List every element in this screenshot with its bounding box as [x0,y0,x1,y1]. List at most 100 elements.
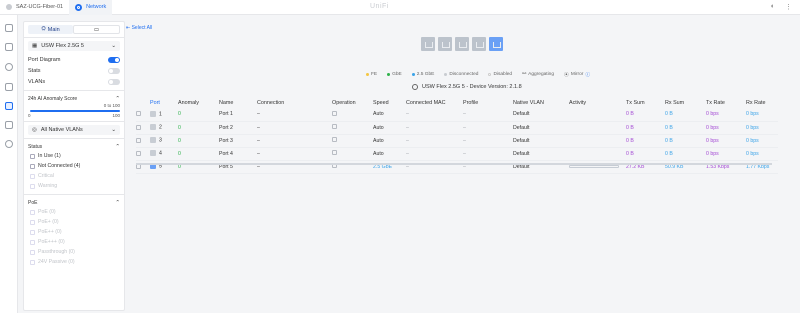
filter-panel: ⛭ Main ▭ ▦ USW Flex 2.5G 5 ⌄ Port Diagra… [23,21,125,311]
col-speed[interactable]: Speed [373,97,406,108]
table-row[interactable]: 2 0 Port 2 – Auto – – Default 0 B 0 B 0 … [136,121,778,134]
port-legend: FE GbE 2.5 GbE Disconnected Disabled ⚯ Ag… [366,71,590,78]
main-tab-label: Main [47,26,60,33]
more-icon[interactable]: ⋮ [785,3,792,11]
device-version: USW Flex 2.5G 5 - Device Version: 2.1.8 [412,84,522,90]
speed-value: Auto [373,124,384,131]
native-vlan-value: Default [513,137,530,144]
col-activity[interactable]: Activity [569,97,626,108]
table-row[interactable]: 3 0 Port 3 – Auto – – Default 0 B 0 B 0 … [136,134,778,147]
rx-rate-value: 0 bps [746,137,759,144]
security-icon[interactable] [5,140,13,148]
poe-item: PoE+++ (0) [30,237,120,247]
mac-value: – [406,150,409,157]
anomaly-value: 0 [178,163,181,170]
row-checkbox[interactable] [136,111,141,117]
col-port[interactable]: Port [150,97,178,108]
wifi-icon[interactable] [5,63,13,71]
mac-value: – [406,111,409,118]
profile-value: – [463,124,466,131]
port-graphic-3[interactable] [455,37,469,51]
status-label: Status [28,143,43,150]
port-name: Port 2 [219,124,233,131]
col-rx-rate[interactable]: Rx Rate [746,97,778,108]
insights-icon[interactable] [5,121,13,129]
port-graphic-5[interactable] [489,37,503,51]
status-in-use[interactable]: In Use (1) [30,151,120,161]
activity-cell [569,147,626,160]
row-checkbox[interactable] [136,137,141,143]
rx-rate-value: 0 bps [746,111,759,118]
native-vlan-value: Default [513,150,530,157]
header-checkbox-cell [136,97,150,108]
anomaly-min: 0 [28,113,31,118]
network-tab[interactable]: Network [69,0,113,15]
native-vlan-value: Default [513,163,530,170]
mac-value: – [406,137,409,144]
col-tx-sum[interactable]: Tx Sum [626,97,665,108]
col-connected-mac[interactable]: Connected MAC [406,97,463,108]
col-anomaly[interactable]: Anomaly [178,97,219,108]
theme-toggle-icon[interactable]: ◐ [771,3,775,11]
table-row[interactable]: 4 0 Port 4 – Auto – – Default 0 B 0 B 0 … [136,147,778,160]
table-header: Port Anomaly Name Connection Operation S… [136,97,778,108]
tx-rate-value: 0 bps [706,150,719,157]
anomaly-value: 0 [178,124,181,131]
table-row[interactable]: 1 0 Port 1 – Auto – – Default 0 B 0 B 0 … [136,108,778,121]
col-native-vlan[interactable]: Native VLAN [513,97,569,108]
status-not-connected[interactable]: Not Connected (4) [30,161,120,171]
port-diagram [421,37,503,51]
anomaly-label: 24h AI Anomaly Score [28,95,78,102]
vlans-toggle[interactable] [108,78,120,85]
col-name[interactable]: Name [219,97,257,108]
network-icon [75,3,83,11]
view-switch: ⛭ Main ▭ [28,25,120,34]
port-graphic-4[interactable] [472,37,486,51]
collapse-icon[interactable]: ⌃ [115,200,120,206]
device-select[interactable]: ▦ USW Flex 2.5G 5 ⌄ [28,41,120,51]
tx-sum-value: 0 B [626,150,634,157]
tx-rate-value: 0 bps [706,137,719,144]
stats-toggle[interactable] [108,67,120,74]
collapse-icon[interactable]: ⌃ [115,96,120,102]
col-tx-rate[interactable]: Tx Rate [706,97,746,108]
poe-header: PoE ⌃ [28,198,120,207]
port-graphic-2[interactable] [438,37,452,51]
col-rx-sum[interactable]: Rx Sum [665,97,706,108]
port-diagram-toggle[interactable] [108,56,120,63]
anomaly-max: 100 [112,113,120,118]
device-tab[interactable]: SAZ-UCG-Fiber-01 [0,0,69,15]
row-checkbox[interactable] [136,150,141,156]
col-connection[interactable]: Connection [257,97,332,108]
poe-item: 24V Passive (0) [30,257,120,267]
rx-sum-value: 0 B [665,150,673,157]
select-all-link[interactable]: ⇤ Select All [126,25,152,31]
profile-value: – [463,163,466,170]
nav-rail [0,15,18,313]
connection-value: – [257,150,260,157]
network-tab-label: Network [86,4,107,10]
ports-icon[interactable] [5,102,13,110]
native-vlan-value: Default [513,124,530,131]
operation-icon [332,110,337,116]
main-view-tab[interactable]: ⛭ Main [28,25,73,34]
native-vlan-select[interactable]: ◎ All Native VLANs ⌄ [28,125,120,135]
device-view-tab[interactable]: ▭ [73,25,120,34]
profile-value: – [463,150,466,157]
table-row[interactable]: 5 0 Port 5 – 2.5 GbE – – Default 27.2 KB… [136,160,778,173]
clients-icon[interactable] [5,83,13,91]
connection-value: – [257,124,260,131]
collapse-icon[interactable]: ⌃ [115,144,120,150]
anomaly-slider[interactable] [30,110,120,112]
operation-icon [332,124,337,129]
col-profile[interactable]: Profile [463,97,513,108]
anomaly-value: 0 [178,111,181,118]
topology-icon[interactable] [5,43,13,51]
status-critical: Critical [30,171,120,181]
col-operation[interactable]: Operation [332,97,373,108]
row-checkbox[interactable] [136,124,141,130]
rx-sum-value: 0 B [665,137,673,144]
dashboard-icon[interactable] [5,24,13,32]
port-graphic-1[interactable] [421,37,435,51]
table-scrollbar[interactable] [136,163,772,165]
